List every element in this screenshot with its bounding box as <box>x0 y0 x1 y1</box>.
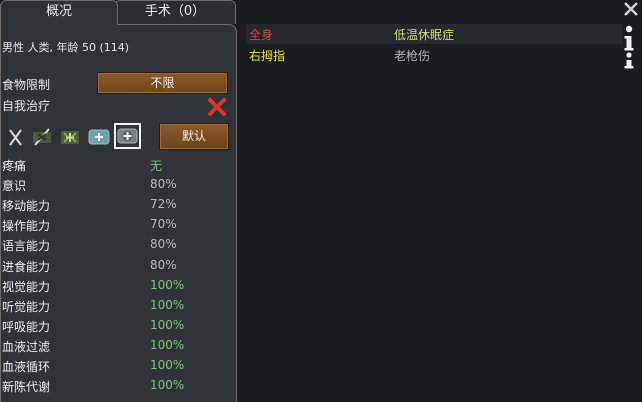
red-x-icon[interactable] <box>206 96 228 118</box>
tab-surgery-label: 手术（0） <box>144 4 206 19</box>
capacity-value: 100% <box>150 297 185 312</box>
capacity-name: 移动能力 <box>2 199 51 214</box>
capacity-value: 100% <box>150 358 185 372</box>
medicine-default-button[interactable]: 默认 <box>159 123 229 150</box>
capacity-value: 100% <box>150 317 185 332</box>
capacity-row[interactable]: 进食能力 80% <box>2 256 232 276</box>
capacity-value: 100% <box>150 277 185 292</box>
capacity-value: 80% <box>150 237 177 252</box>
hediff-condition: 低温休眠症 <box>394 28 455 42</box>
capacity-value: 80% <box>150 257 177 272</box>
hediff-row[interactable]: 全身 低温休眠症 <box>246 24 622 44</box>
capacity-value: 72% <box>150 197 177 212</box>
capacity-row[interactable]: 移动能力 72% <box>2 195 232 215</box>
capacity-name: 血液循环 <box>2 360 51 374</box>
hediff-body-part: 全身 <box>249 28 274 42</box>
capacity-row[interactable]: 听觉能力 100% <box>2 296 232 316</box>
medicine-none-icon[interactable] <box>6 126 26 148</box>
info-icon[interactable] <box>620 22 638 70</box>
capacity-name: 呼吸能力 <box>2 319 51 334</box>
capacity-name: 新陈代谢 <box>2 380 51 395</box>
capacity-row[interactable]: 血液循环 100% <box>2 356 232 376</box>
food-restriction-button[interactable]: 不限 <box>97 72 228 94</box>
medicine-default-label: 默认 <box>181 129 206 143</box>
capacity-row[interactable]: 新陈代谢 100% <box>2 376 232 396</box>
capacity-value: 100% <box>150 378 185 393</box>
capacity-name: 语言能力 <box>2 239 51 254</box>
glitterworld-medicine-icon[interactable] <box>114 123 141 149</box>
close-icon[interactable] <box>622 0 640 18</box>
capacity-name: 进食能力 <box>2 259 51 274</box>
capacity-name: 意识 <box>2 179 27 194</box>
tab-overview-label: 概况 <box>45 4 72 19</box>
tab-overview[interactable]: 概况 <box>0 0 118 25</box>
herbal-medicine-icon[interactable] <box>58 126 82 148</box>
capacity-value: 100% <box>150 337 185 352</box>
hediff-body-part: 右拇指 <box>249 49 286 63</box>
capacity-name: 血液过滤 <box>2 339 51 354</box>
capacity-row[interactable]: 语言能力 80% <box>2 235 232 255</box>
capacity-row[interactable]: 意识 80% <box>2 175 232 195</box>
capacity-value: 70% <box>150 217 177 232</box>
capacity-row[interactable]: 呼吸能力 100% <box>2 316 232 336</box>
self-tend-label: 自我治疗 <box>2 99 51 113</box>
tab-surgery[interactable]: 手术（0） <box>114 0 236 24</box>
capacity-row[interactable]: 血液过滤 100% <box>2 336 232 356</box>
capacity-name: 操作能力 <box>2 219 51 234</box>
industrial-medicine-icon[interactable] <box>87 128 111 146</box>
capacity-name: 疼痛 <box>2 159 27 173</box>
capacity-row[interactable]: 疼痛 无 <box>2 155 232 175</box>
capacity-row[interactable]: 视觉能力 100% <box>2 276 232 296</box>
capacity-name: 听觉能力 <box>2 299 51 314</box>
capacity-value: 无 <box>150 159 163 173</box>
capacity-name: 视觉能力 <box>2 279 51 294</box>
no-meds-icon[interactable] <box>30 126 54 148</box>
capacity-value: 80% <box>150 177 177 192</box>
capacity-row[interactable]: 操作能力 70% <box>2 215 232 235</box>
hediff-row[interactable]: 右拇指 老枪伤 <box>246 45 622 65</box>
pawn-info: 男性 人类, 年龄 50 (114) <box>2 41 130 54</box>
hediff-condition: 老枪伤 <box>394 49 431 63</box>
food-restriction-value: 不限 <box>150 76 175 90</box>
food-restriction-label: 食物限制 <box>2 78 51 92</box>
